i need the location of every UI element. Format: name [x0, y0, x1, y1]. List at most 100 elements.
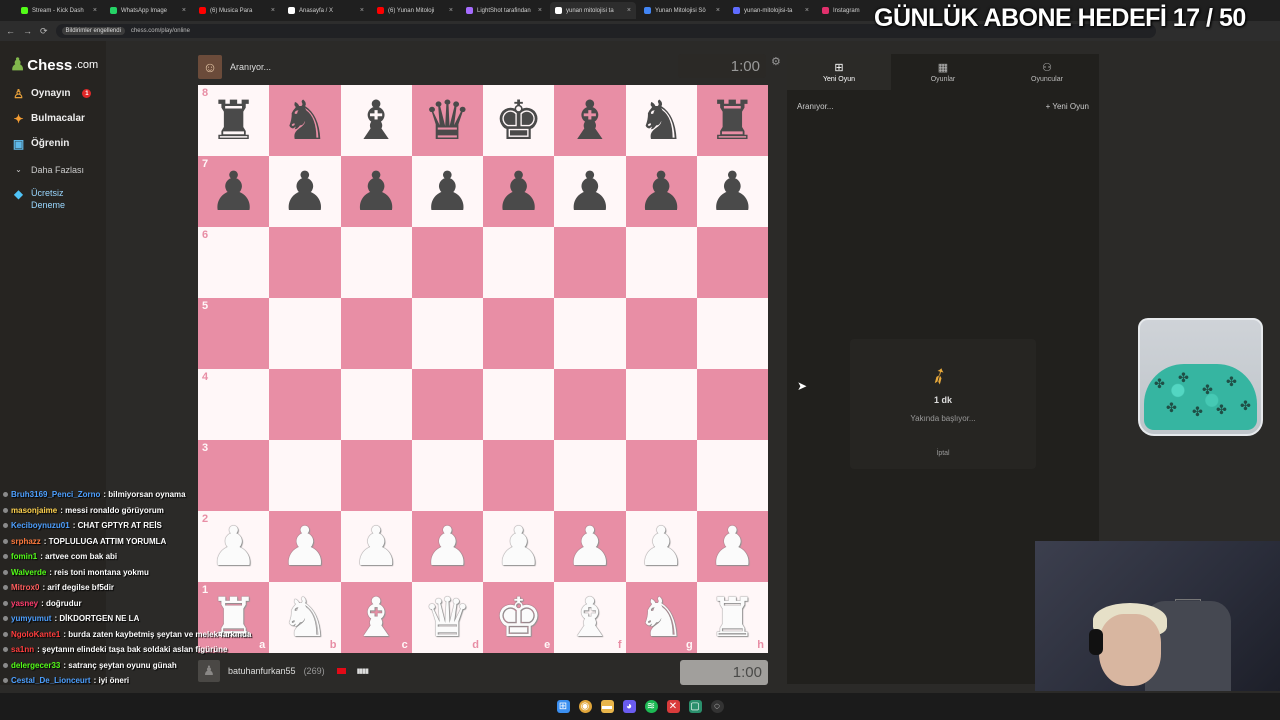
square-h6[interactable] — [696, 227, 768, 298]
square-b7[interactable]: ♟ — [269, 156, 341, 227]
obs-icon[interactable]: ◌ — [710, 700, 724, 713]
square-b5[interactable] — [269, 298, 341, 369]
square-h1[interactable]: h ♜ — [696, 582, 768, 653]
browser-tab[interactable]: LightShot tarafindan × — [461, 2, 547, 19]
sidebar-item-free-trial[interactable]: ◆ Ücretsiz Deneme — [12, 187, 65, 211]
sidebar-item-puzzles[interactable]: ✦ Bulmacalar — [12, 112, 84, 126]
close-tab-icon[interactable]: × — [271, 7, 275, 14]
browser-tab[interactable]: (6) Yunan Mitoloji × — [372, 2, 458, 19]
white-bishop-icon[interactable]: ♝ — [352, 591, 400, 645]
discord-icon[interactable]: ◕ — [622, 700, 636, 713]
square-e1[interactable]: e ♚ — [483, 582, 555, 653]
square-d8[interactable]: ♛ — [411, 85, 483, 156]
square-d1[interactable]: d ♛ — [411, 582, 483, 653]
black-pawn-icon[interactable]: ♟ — [423, 165, 471, 219]
square-f1[interactable]: f ♝ — [554, 582, 626, 653]
new-game-link[interactable]: + Yeni Oyun — [1046, 102, 1089, 111]
square-a4[interactable]: 4 — [198, 369, 270, 440]
black-rook-icon[interactable]: ♜ — [708, 94, 756, 148]
square-h8[interactable]: ♜ — [696, 85, 768, 156]
square-g4[interactable] — [625, 369, 697, 440]
folder-icon[interactable]: ▬ — [600, 700, 614, 713]
black-pawn-icon[interactable]: ♟ — [708, 165, 756, 219]
white-knight-icon[interactable]: ♞ — [637, 591, 685, 645]
square-g5[interactable] — [625, 298, 697, 369]
close-tab-icon[interactable]: × — [805, 7, 809, 14]
square-e2[interactable]: ♟ — [483, 511, 555, 582]
square-h3[interactable] — [696, 440, 768, 511]
close-tab-icon[interactable]: × — [360, 7, 364, 14]
black-knight-icon[interactable]: ♞ — [637, 94, 685, 148]
gear-icon[interactable]: ⚙ — [771, 55, 781, 68]
square-e6[interactable] — [483, 227, 555, 298]
black-bishop-icon[interactable]: ♝ — [352, 94, 400, 148]
tab-players[interactable]: ⚇ Oyuncular — [995, 54, 1099, 90]
square-d5[interactable] — [411, 298, 483, 369]
white-pawn-icon[interactable]: ♟ — [708, 520, 756, 574]
square-h2[interactable]: ♟ — [696, 511, 768, 582]
black-bishop-icon[interactable]: ♝ — [566, 94, 614, 148]
app-x-icon[interactable]: ✕ — [666, 700, 680, 713]
square-e8[interactable]: ♚ — [483, 85, 555, 156]
reload-icon[interactable]: ⟳ — [40, 26, 48, 37]
white-rook-icon[interactable]: ♜ — [708, 591, 756, 645]
square-g8[interactable]: ♞ — [625, 85, 697, 156]
white-bishop-icon[interactable]: ♝ — [566, 591, 614, 645]
close-tab-icon[interactable]: × — [449, 7, 453, 14]
square-c5[interactable] — [340, 298, 412, 369]
sidebar-item-more[interactable]: ⌄ Daha Fazlası — [12, 163, 84, 176]
chesscom-logo[interactable]: ♟ Chess .com — [10, 55, 98, 75]
square-g3[interactable] — [625, 440, 697, 511]
square-f7[interactable]: ♟ — [554, 156, 626, 227]
square-b6[interactable] — [269, 227, 341, 298]
black-pawn-icon[interactable]: ♟ — [494, 165, 542, 219]
close-tab-icon[interactable]: × — [538, 7, 542, 14]
square-d7[interactable]: ♟ — [411, 156, 483, 227]
tab-new-game[interactable]: ⊞ Yeni Oyun — [787, 54, 891, 90]
cancel-button[interactable]: İptal — [850, 450, 1036, 457]
square-h7[interactable]: ♟ — [696, 156, 768, 227]
square-b8[interactable]: ♞ — [269, 85, 341, 156]
browser-tab[interactable]: Yunan Mitolojisi Sö × — [639, 2, 725, 19]
square-c1[interactable]: c ♝ — [340, 582, 412, 653]
browser-tab[interactable]: WhatsApp Image × — [105, 2, 191, 19]
sidebar-item-play[interactable]: ♙ Oynayın 1 — [12, 87, 92, 101]
white-pawn-icon[interactable]: ♟ — [352, 520, 400, 574]
square-c6[interactable] — [340, 227, 412, 298]
square-a8[interactable]: 8 ♜ — [198, 85, 270, 156]
tab-games[interactable]: ▦ Oyunlar — [891, 54, 995, 90]
black-rook-icon[interactable]: ♜ — [209, 94, 257, 148]
browser-tab[interactable]: Stream - Kick Dash × — [16, 2, 102, 19]
square-g2[interactable]: ♟ — [625, 511, 697, 582]
square-f6[interactable] — [554, 227, 626, 298]
windows-start-icon[interactable]: ⊞ — [556, 700, 570, 713]
close-tab-icon[interactable]: × — [93, 7, 97, 14]
square-c3[interactable] — [340, 440, 412, 511]
black-pawn-icon[interactable]: ♟ — [209, 165, 257, 219]
black-pawn-icon[interactable]: ♟ — [352, 165, 400, 219]
square-d3[interactable] — [411, 440, 483, 511]
square-a7[interactable]: 7 ♟ — [198, 156, 270, 227]
square-g1[interactable]: g ♞ — [625, 582, 697, 653]
notifications-blocked-chip[interactable]: Bildirimler engellendi — [61, 27, 125, 35]
browser-tab[interactable]: Anasayfa / X × — [283, 2, 369, 19]
square-e3[interactable] — [483, 440, 555, 511]
square-g6[interactable] — [625, 227, 697, 298]
square-e5[interactable] — [483, 298, 555, 369]
sidebar-item-learn[interactable]: ▣ Öğrenin — [12, 137, 70, 151]
square-g7[interactable]: ♟ — [625, 156, 697, 227]
white-pawn-icon[interactable]: ♟ — [566, 520, 614, 574]
close-tab-icon[interactable]: × — [182, 7, 186, 14]
square-e4[interactable] — [483, 369, 555, 440]
white-king-icon[interactable]: ♚ — [494, 591, 542, 645]
white-queen-icon[interactable]: ♛ — [423, 591, 471, 645]
square-f4[interactable] — [554, 369, 626, 440]
square-f3[interactable] — [554, 440, 626, 511]
black-queen-icon[interactable]: ♛ — [423, 94, 471, 148]
browser-tab[interactable]: (6) Musica Para × — [194, 2, 280, 19]
square-a6[interactable]: 6 — [198, 227, 270, 298]
browser-tab[interactable]: yunan-mitolojisi-ta × — [728, 2, 814, 19]
chrome-icon[interactable]: ◉ — [578, 700, 592, 713]
black-king-icon[interactable]: ♚ — [494, 94, 542, 148]
square-h5[interactable] — [696, 298, 768, 369]
